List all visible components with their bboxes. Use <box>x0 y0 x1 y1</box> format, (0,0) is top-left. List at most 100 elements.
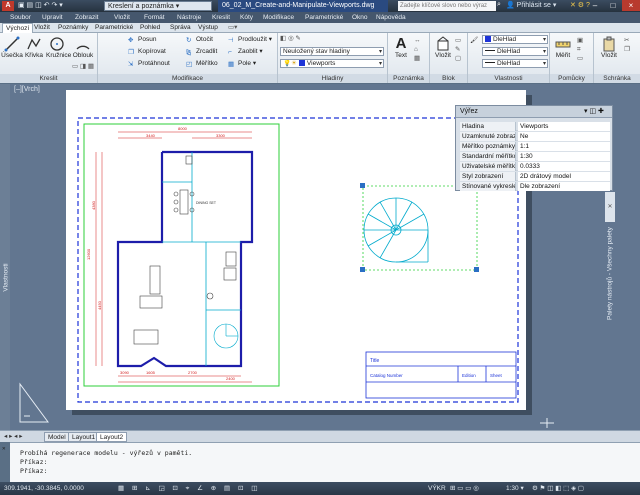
annotation-extra-icons[interactable]: ↔ ⌂ ▦ <box>414 36 421 63</box>
command-close-icon[interactable]: ✕ <box>2 445 6 452</box>
tab-sprava[interactable]: Správa <box>170 23 191 33</box>
panel-annotation-label[interactable]: Poznámka <box>388 74 429 83</box>
drafting-toggles-icons[interactable]: ▦ ⊞ ⊾ ◲ ⊡ ⌖ ∠ ⊕ ▤ ⊡ ◫ <box>118 482 260 495</box>
menu-soubor[interactable]: Soubor <box>10 12 31 23</box>
model-paper-toggle[interactable]: VÝKR <box>428 482 446 495</box>
properties-selection-combo[interactable]: Výřez ▾ ◫ ✚ <box>456 106 612 118</box>
properties-toggle-icons[interactable]: ▾ ◫ ✚ <box>584 106 604 118</box>
menu-zobrazit[interactable]: Zobrazit <box>75 12 98 23</box>
menu-format[interactable]: Formát <box>144 12 165 23</box>
prop-row-annotation-scale[interactable]: Měřítko poznámky 1:1 <box>460 142 610 151</box>
annotation-scale-value: 1:30 <box>506 485 519 492</box>
circle-tool[interactable]: Kružnice <box>46 36 72 59</box>
panel-draw-label[interactable]: Kreslit <box>0 74 97 83</box>
linetype-combo[interactable]: DleHlad <box>482 59 548 68</box>
search-input[interactable]: Zadejte klíčové slovo nebo výraz <box>398 1 496 11</box>
layout-tab-model[interactable]: Model <box>44 432 70 442</box>
insert-block-tool[interactable]: Vložit <box>432 36 454 59</box>
tab-vystup[interactable]: Výstup <box>198 23 218 33</box>
menu-okno[interactable]: Okno <box>352 12 368 23</box>
menu-modifikace[interactable]: Modifikace <box>263 12 294 23</box>
mirror-icon: ⧎ <box>186 49 192 56</box>
match-properties-icon[interactable]: 🖌 <box>470 37 478 45</box>
prop-row-standard-scale[interactable]: Standardní měřítko 1:30 <box>460 152 610 161</box>
menu-kreslit[interactable]: Kreslit <box>212 12 230 23</box>
circle-tool-label: Kružnice <box>46 52 72 59</box>
signin-button[interactable]: 👤 Přihlásit se ▾ <box>506 1 566 11</box>
coordinate-readout[interactable]: 309.1941, -30.3845, 0.0000 <box>4 482 84 495</box>
copy-tool[interactable]: ❐ Kopírovat <box>128 48 166 56</box>
viewcube-icon[interactable]: [–][Vrch] <box>14 86 40 93</box>
panel-modify-label[interactable]: Modifikace <box>98 74 277 83</box>
block-extra-icons[interactable]: ▭ ✎ ▢ <box>455 36 461 63</box>
tab-poznamky[interactable]: Poznámky <box>58 23 88 33</box>
array-tool[interactable]: ▦ Pole ▾ <box>228 60 256 68</box>
tab-vlozit[interactable]: Vložit <box>34 23 50 33</box>
rotate-icon: ↻ <box>186 37 192 44</box>
search-icon[interactable]: ⌕ <box>497 1 501 9</box>
text-tool[interactable]: A Text <box>390 36 412 60</box>
extend-tool[interactable]: ⊣ Prodloužit ▾ <box>228 36 272 44</box>
tab-pohled[interactable]: Pohled <box>140 23 160 33</box>
layout-tab-layout1[interactable]: Layout1 <box>68 432 100 442</box>
menu-upravit[interactable]: Upravit <box>42 12 63 23</box>
workspace-select[interactable]: Kreslení a poznámka ▾ <box>104 1 212 11</box>
app-logo-icon[interactable]: A <box>2 1 14 11</box>
prop-row-visual-style[interactable]: Styl zobrazení 2D drátový model <box>460 172 610 181</box>
annotation-scale[interactable]: 1:30 ▾ <box>506 482 524 495</box>
paste-tool[interactable]: Vložit <box>598 36 620 59</box>
prop-row-layer[interactable]: Hladina Viewports <box>460 122 610 131</box>
color-combo[interactable]: DleHlad <box>482 35 548 44</box>
scale-tool[interactable]: ◰ Měřítko <box>186 60 218 68</box>
properties-palette[interactable]: Výřez ▾ ◫ ✚ Hladina Viewports Uzamknuté z… <box>455 105 613 191</box>
menu-parametricke[interactable]: Parametrické <box>305 12 343 23</box>
menu-nastroje[interactable]: Nástroje <box>177 12 201 23</box>
left-palette-strip[interactable]: Vlastnosti <box>0 84 10 430</box>
rotate-tool[interactable]: ↻ Otočit <box>186 36 213 44</box>
measure-tool[interactable]: Měřit <box>552 36 574 59</box>
panel-properties-label[interactable]: Vlastnosti <box>468 74 549 83</box>
lineweight-combo[interactable]: DleHlad <box>482 47 548 56</box>
polyline-tool[interactable]: Křivka <box>23 36 45 59</box>
draw-extra-icons[interactable]: ▭ ◨ ▦ <box>72 63 94 71</box>
fillet-tool[interactable]: ⌐ Zaoblit ▾ <box>228 48 263 56</box>
mirror-tool[interactable]: ⧎ Zrcadlit <box>186 48 217 56</box>
panel-modify: ✥ Posun ❐ Kopírovat ⇲ Protáhnout ↻ Otočit ⧎ Z… <box>98 33 278 83</box>
panel-block-label[interactable]: Blok <box>430 74 467 83</box>
prop-row-custom-scale[interactable]: Uživatelské měřítko 0.0333 <box>460 162 610 171</box>
menu-vlozit[interactable]: Vložit <box>114 12 130 23</box>
layer-state-combo[interactable]: Neuložený stav hladiny <box>280 47 384 56</box>
workspace-status-icons[interactable]: ⚙ ⚑ ◫ ◧ ⬚ ◈ ▢ <box>532 482 584 495</box>
close-button[interactable]: × <box>622 0 640 11</box>
layer-tools-icons[interactable]: ◧ ◎ ✎ <box>280 35 301 43</box>
stretch-tool[interactable]: ⇲ Protáhnout <box>128 60 170 68</box>
quick-access-icons[interactable]: ▣ ▤ ◫ ↶ ↷ ▾ <box>18 1 63 11</box>
grip-tl <box>360 183 365 188</box>
line-tool[interactable]: Úsečka <box>1 36 23 59</box>
clipboard-extra-icons[interactable]: ✂ ❐ <box>624 36 630 54</box>
move-tool[interactable]: ✥ Posun <box>128 36 156 44</box>
prop-row-locked[interactable]: Uzamknuté zobrazeníNe <box>460 132 610 141</box>
panel-layers-label[interactable]: Hladiny <box>278 74 387 83</box>
menu-koty[interactable]: Kóty <box>240 12 253 23</box>
arc-tool[interactable]: Oblouk <box>72 36 94 59</box>
close-palette-icon[interactable]: ✕ <box>605 192 615 222</box>
dim-top-3: 3300 <box>216 133 226 138</box>
layer-combo[interactable]: 💡☀ Viewports <box>280 59 384 68</box>
status-view-icons[interactable]: ⊞ ▭ ▭ ◎ <box>450 482 479 495</box>
utilities-extra-icons[interactable]: ▣ ⌗ ▭ <box>577 36 583 63</box>
maximize-button[interactable]: □ <box>604 0 622 11</box>
panel-clipboard-label[interactable]: Schránka <box>594 74 640 83</box>
tab-nav-arrows[interactable]: ◂ ▸ ◂ ▸ <box>4 432 22 442</box>
panel-utilities-label[interactable]: Pomůcky <box>550 74 593 83</box>
minimize-button[interactable]: – <box>586 0 604 11</box>
tab-vychozi[interactable]: Výchozí <box>2 23 34 33</box>
command-line[interactable]: ✕ Probíhá regenerace modelu - výřezů v p… <box>2 442 640 482</box>
tab-parametricke[interactable]: Parametrické <box>95 23 133 33</box>
menu-napoveda[interactable]: Nápověda <box>376 12 406 23</box>
prop-row-shade-plot[interactable]: Stínované vykresleníDle zobrazení <box>460 182 610 191</box>
floorplan-viewport <box>83 123 280 387</box>
panel-annotation: A Text ↔ ⌂ ▦ Poznámka <box>388 33 430 83</box>
layout-tab-layout2[interactable]: Layout2 <box>96 432 128 442</box>
ribbon-toggle-icon[interactable]: ▭▾ <box>228 23 237 33</box>
